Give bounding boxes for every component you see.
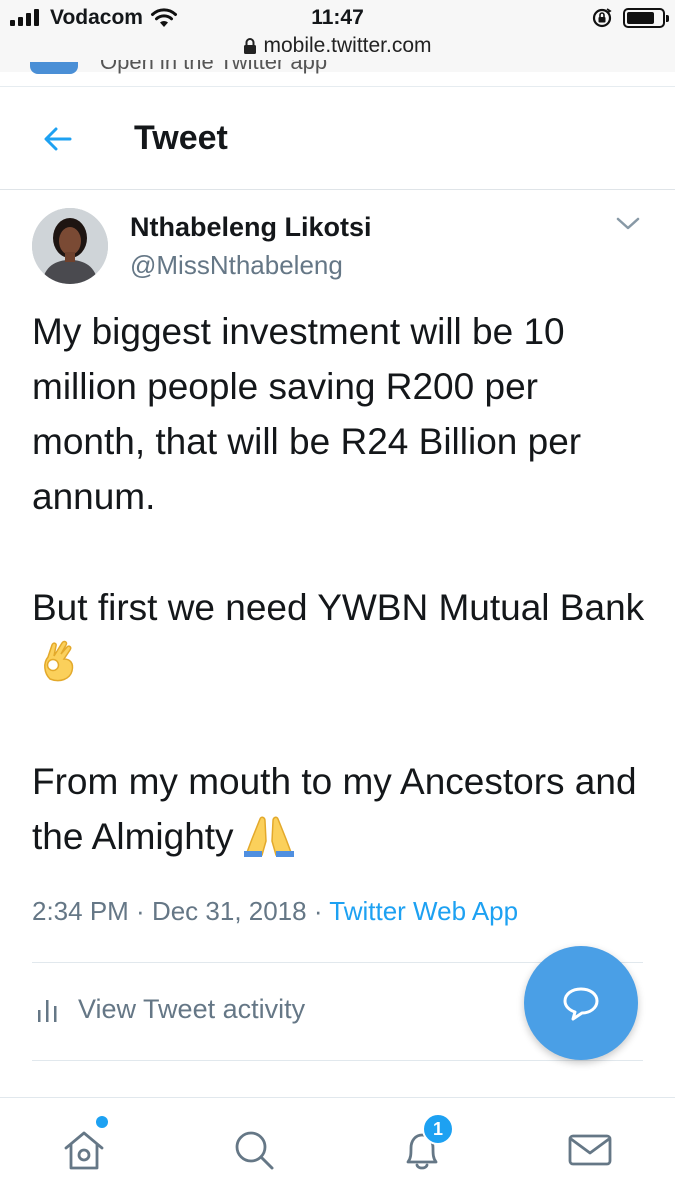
twitter-app-icon[interactable] [30,62,78,74]
new-content-dot [96,1116,108,1128]
reply-button[interactable] [524,946,638,1060]
browser-chrome: Vodacom 11:47 mobile.twitter.com Open in… [0,0,675,74]
avatar-image [32,208,108,284]
activity-label: View Tweet activity [78,994,306,1024]
reply-bubble-icon [563,987,599,1021]
tweet-text: My biggest investment will be 10 million… [32,304,657,872]
author-name[interactable]: Nthabeleng Likotsi [130,212,372,243]
folded-hands-emoji [242,813,296,872]
tweet-paragraph: From my mouth to my Ancestors and the Al… [32,754,657,872]
url-text: mobile.twitter.com [263,34,432,57]
notification-badge: 1 [422,1113,454,1145]
open-in-app-banner[interactable]: Open in the Twitter app [100,60,327,74]
tweet-paragraph: My biggest investment will be 10 million… [32,311,582,517]
tweet-meta: 2:34 PM · Dec 31, 2018 · Twitter Web App [32,896,519,926]
page-title: Tweet [134,119,228,157]
page-header: Tweet [0,86,675,190]
chevron-down-icon[interactable] [612,214,644,234]
bar-chart-icon [38,999,57,1022]
arrow-left-icon[interactable] [38,119,78,159]
search-icon[interactable] [230,1126,278,1174]
battery-icon [623,8,669,28]
ok-hand-emoji [40,639,80,698]
mail-icon[interactable] [566,1126,614,1174]
padlock-icon [244,38,257,55]
status-time: 11:47 [311,6,364,29]
status-bar: Vodacom 11:47 [0,0,675,36]
tweet-time: 2:34 PM [32,896,129,926]
avatar[interactable] [32,208,108,284]
tweet-paragraph: But first we need YWBN Mutual Bank [32,580,657,698]
tweet-source-link[interactable]: Twitter Web App [329,896,518,926]
home-icon[interactable] [60,1126,108,1174]
tweet-date: Dec 31, 2018 [151,896,307,926]
view-tweet-activity-button[interactable]: View Tweet activity [36,994,305,1025]
bottom-nav: 1 [0,1097,675,1200]
rotation-lock-icon [592,8,612,28]
divider [32,1060,643,1061]
author-handle[interactable]: @MissNthabeleng [130,250,343,281]
